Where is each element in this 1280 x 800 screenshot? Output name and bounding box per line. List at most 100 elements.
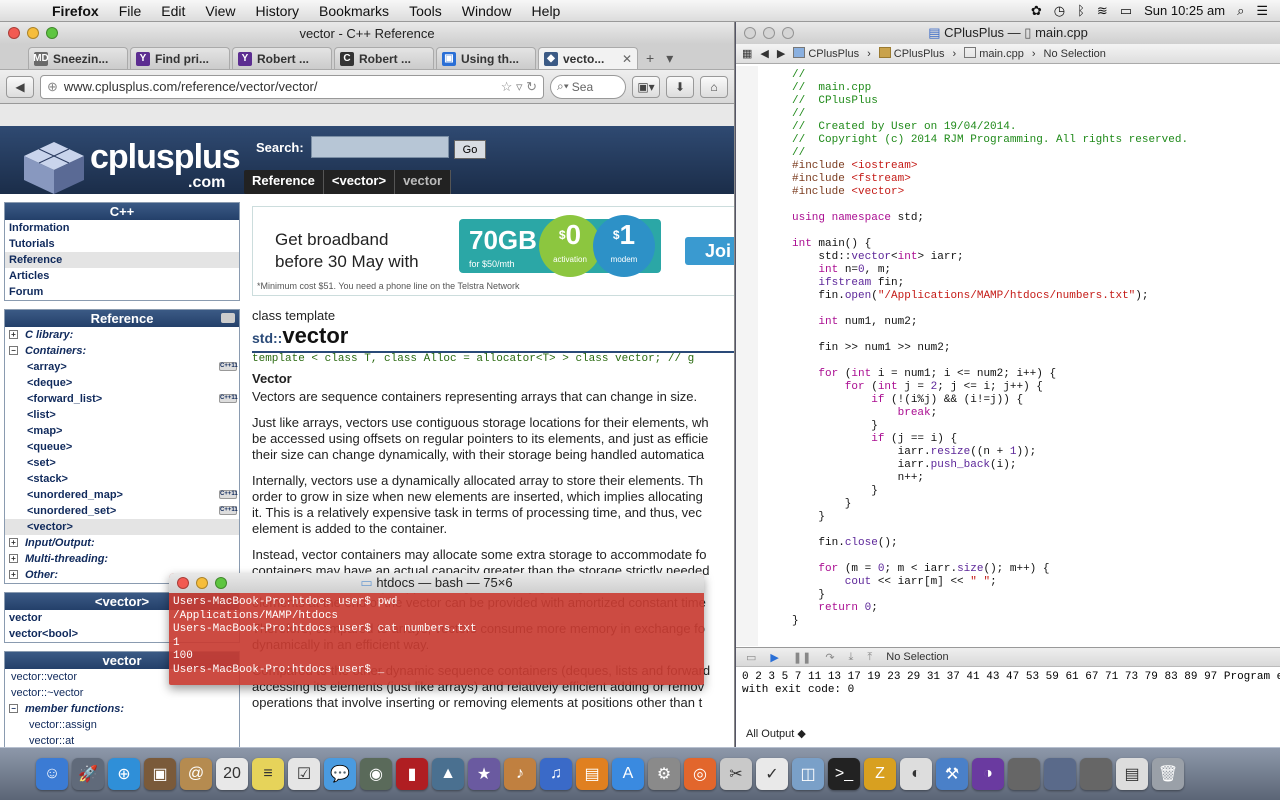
site-logo[interactable]: cplusplus .com: [10, 130, 241, 194]
appstore-icon[interactable]: A: [612, 758, 644, 790]
browser-tab[interactable]: ◆ vecto... ✕: [538, 47, 638, 69]
reference-header-link[interactable]: <set>: [5, 455, 239, 471]
xcode-icon[interactable]: ⚒: [936, 758, 968, 790]
menu-help[interactable]: Help: [522, 3, 571, 19]
menu-window[interactable]: Window: [452, 3, 522, 19]
battery-icon[interactable]: ▭: [1120, 3, 1132, 19]
window2-icon[interactable]: [1044, 758, 1076, 790]
nav-link[interactable]: vector::~vector: [5, 685, 239, 701]
cpp-version-toggle-icon[interactable]: [221, 313, 235, 323]
firefox-icon[interactable]: ◎: [684, 758, 716, 790]
crumb-vector-header[interactable]: <vector>: [324, 170, 396, 194]
window1-icon[interactable]: [1008, 758, 1040, 790]
ibooks-icon[interactable]: ▤: [576, 758, 608, 790]
member-functions-category[interactable]: − member functions:: [5, 701, 239, 717]
notification-center-icon[interactable]: ☰: [1256, 3, 1268, 19]
reference-header-link[interactable]: <queue>: [5, 439, 239, 455]
expand-icon[interactable]: +: [9, 570, 18, 579]
xcode-minimize-button[interactable]: [763, 27, 775, 39]
step-out-icon[interactable]: ⤒: [867, 651, 872, 664]
calendar-icon[interactable]: 20: [216, 758, 248, 790]
jump-file[interactable]: main.cpp: [964, 47, 1024, 60]
expand-icon[interactable]: +: [9, 330, 18, 339]
nav-link[interactable]: Tutorials: [5, 236, 239, 252]
reference-header-link[interactable]: <forward_list> C++11: [5, 391, 239, 407]
menu-edit[interactable]: Edit: [151, 3, 195, 19]
step-into-icon[interactable]: ⤓: [849, 651, 854, 664]
reference-category[interactable]: − Containers:: [5, 343, 239, 359]
console-output[interactable]: 0 2 3 5 7 11 13 17 19 23 29 31 37 41 43 …: [736, 667, 1280, 701]
wifi-icon[interactable]: ≋: [1097, 3, 1108, 19]
step-over-icon[interactable]: ↷: [825, 651, 834, 664]
jump-selection[interactable]: No Selection: [1044, 48, 1106, 60]
reference-category[interactable]: + Multi-threading:: [5, 551, 239, 567]
nav-link[interactable]: Articles: [5, 268, 239, 284]
xcode-close-button[interactable]: [744, 27, 756, 39]
messages-icon[interactable]: 💬: [324, 758, 356, 790]
time-machine-icon[interactable]: ◷: [1054, 3, 1065, 19]
output-filter-select[interactable]: All Output ◆: [746, 727, 806, 740]
launchpad-icon[interactable]: 🚀: [72, 758, 104, 790]
bookmarks-button[interactable]: ▣▾: [632, 75, 660, 98]
reference-header-link[interactable]: <map>: [5, 423, 239, 439]
reference-category[interactable]: + C library:: [5, 327, 239, 343]
browser-tab[interactable]: ▣ Using th...: [436, 47, 536, 69]
terminal-zoom-button[interactable]: [215, 577, 227, 589]
reference-header-link[interactable]: <stack>: [5, 471, 239, 487]
nav-link[interactable]: Reference: [5, 252, 239, 268]
iphoto-icon[interactable]: ▲: [432, 758, 464, 790]
ad-join-button[interactable]: Joi: [685, 237, 734, 265]
hide-debug-area-icon[interactable]: ▭: [746, 651, 756, 664]
crumb-reference[interactable]: Reference: [244, 170, 324, 194]
terminal-window[interactable]: ▭ htdocs — bash — 75×6 Users-MacBook-Pro…: [169, 573, 704, 685]
home-button[interactable]: ⌂: [700, 75, 728, 98]
browser-tab[interactable]: C Robert ...: [334, 47, 434, 69]
back-button[interactable]: ◀: [6, 75, 34, 98]
expand-icon[interactable]: +: [9, 554, 18, 563]
jump-project[interactable]: CPlusPlus: [793, 47, 859, 60]
reference-header-link[interactable]: <unordered_map> C++11: [5, 487, 239, 503]
photobooth-icon[interactable]: ▮: [396, 758, 428, 790]
facetime-icon[interactable]: ◉: [360, 758, 392, 790]
bluetooth-icon[interactable]: ᛒ: [1077, 3, 1085, 18]
skype-icon[interactable]: ✿: [1031, 3, 1042, 19]
reference-header-link[interactable]: <deque>: [5, 375, 239, 391]
reference-header-link[interactable]: <array> C++11: [5, 359, 239, 375]
reference-header-link[interactable]: <vector>: [5, 519, 239, 535]
garageband-icon[interactable]: ♪: [504, 758, 536, 790]
contacts-icon[interactable]: @: [180, 758, 212, 790]
menu-tools[interactable]: Tools: [399, 3, 452, 19]
reminders-icon[interactable]: ☑: [288, 758, 320, 790]
reference-header-link[interactable]: <unordered_set> C++11: [5, 503, 239, 519]
collapse-icon[interactable]: −: [9, 346, 18, 355]
zoom-window-button[interactable]: [46, 27, 58, 39]
code-editor[interactable]: //// main.cpp// CPlusPlus//// Created by…: [736, 66, 1280, 646]
url-bar[interactable]: ⊕ www.cplusplus.com/reference/vector/vec…: [40, 74, 544, 99]
checklist-icon[interactable]: ✓: [756, 758, 788, 790]
jump-back-button[interactable]: ◀: [760, 47, 768, 60]
terminal-icon[interactable]: >_: [828, 758, 860, 790]
photo-icon[interactable]: ▣: [144, 758, 176, 790]
menu-history[interactable]: History: [245, 3, 309, 19]
related-items-icon[interactable]: ▦: [742, 47, 752, 60]
tab-list-icon[interactable]: ▾: [666, 50, 673, 67]
notes-icon[interactable]: ≡: [252, 758, 284, 790]
imovie-icon[interactable]: ★: [468, 758, 500, 790]
trash-icon[interactable]: 🗑: [1152, 758, 1184, 790]
scissors-icon[interactable]: ✂: [720, 758, 752, 790]
spotlight-icon[interactable]: ⌕: [1237, 3, 1244, 19]
browser-tab[interactable]: Y Robert ...: [232, 47, 332, 69]
itunes-icon[interactable]: ♫: [540, 758, 572, 790]
safari-icon[interactable]: ⊕: [108, 758, 140, 790]
jump-forward-button[interactable]: ▶: [777, 47, 785, 60]
reference-category[interactable]: + Input/Output:: [5, 535, 239, 551]
minimize-window-button[interactable]: [27, 27, 39, 39]
window3-icon[interactable]: [1080, 758, 1112, 790]
terminal-close-button[interactable]: [177, 577, 189, 589]
menu-bookmarks[interactable]: Bookmarks: [309, 3, 399, 19]
terminal-output[interactable]: Users-MacBook-Pro:htdocs user$ pwd/Appli…: [169, 593, 704, 680]
nav-link[interactable]: Forum: [5, 284, 239, 300]
reference-header-link[interactable]: <list>: [5, 407, 239, 423]
advertisement-banner[interactable]: Get broadband before 30 May with 70GB for…: [252, 206, 734, 296]
nav-link[interactable]: vector::at: [5, 733, 239, 747]
